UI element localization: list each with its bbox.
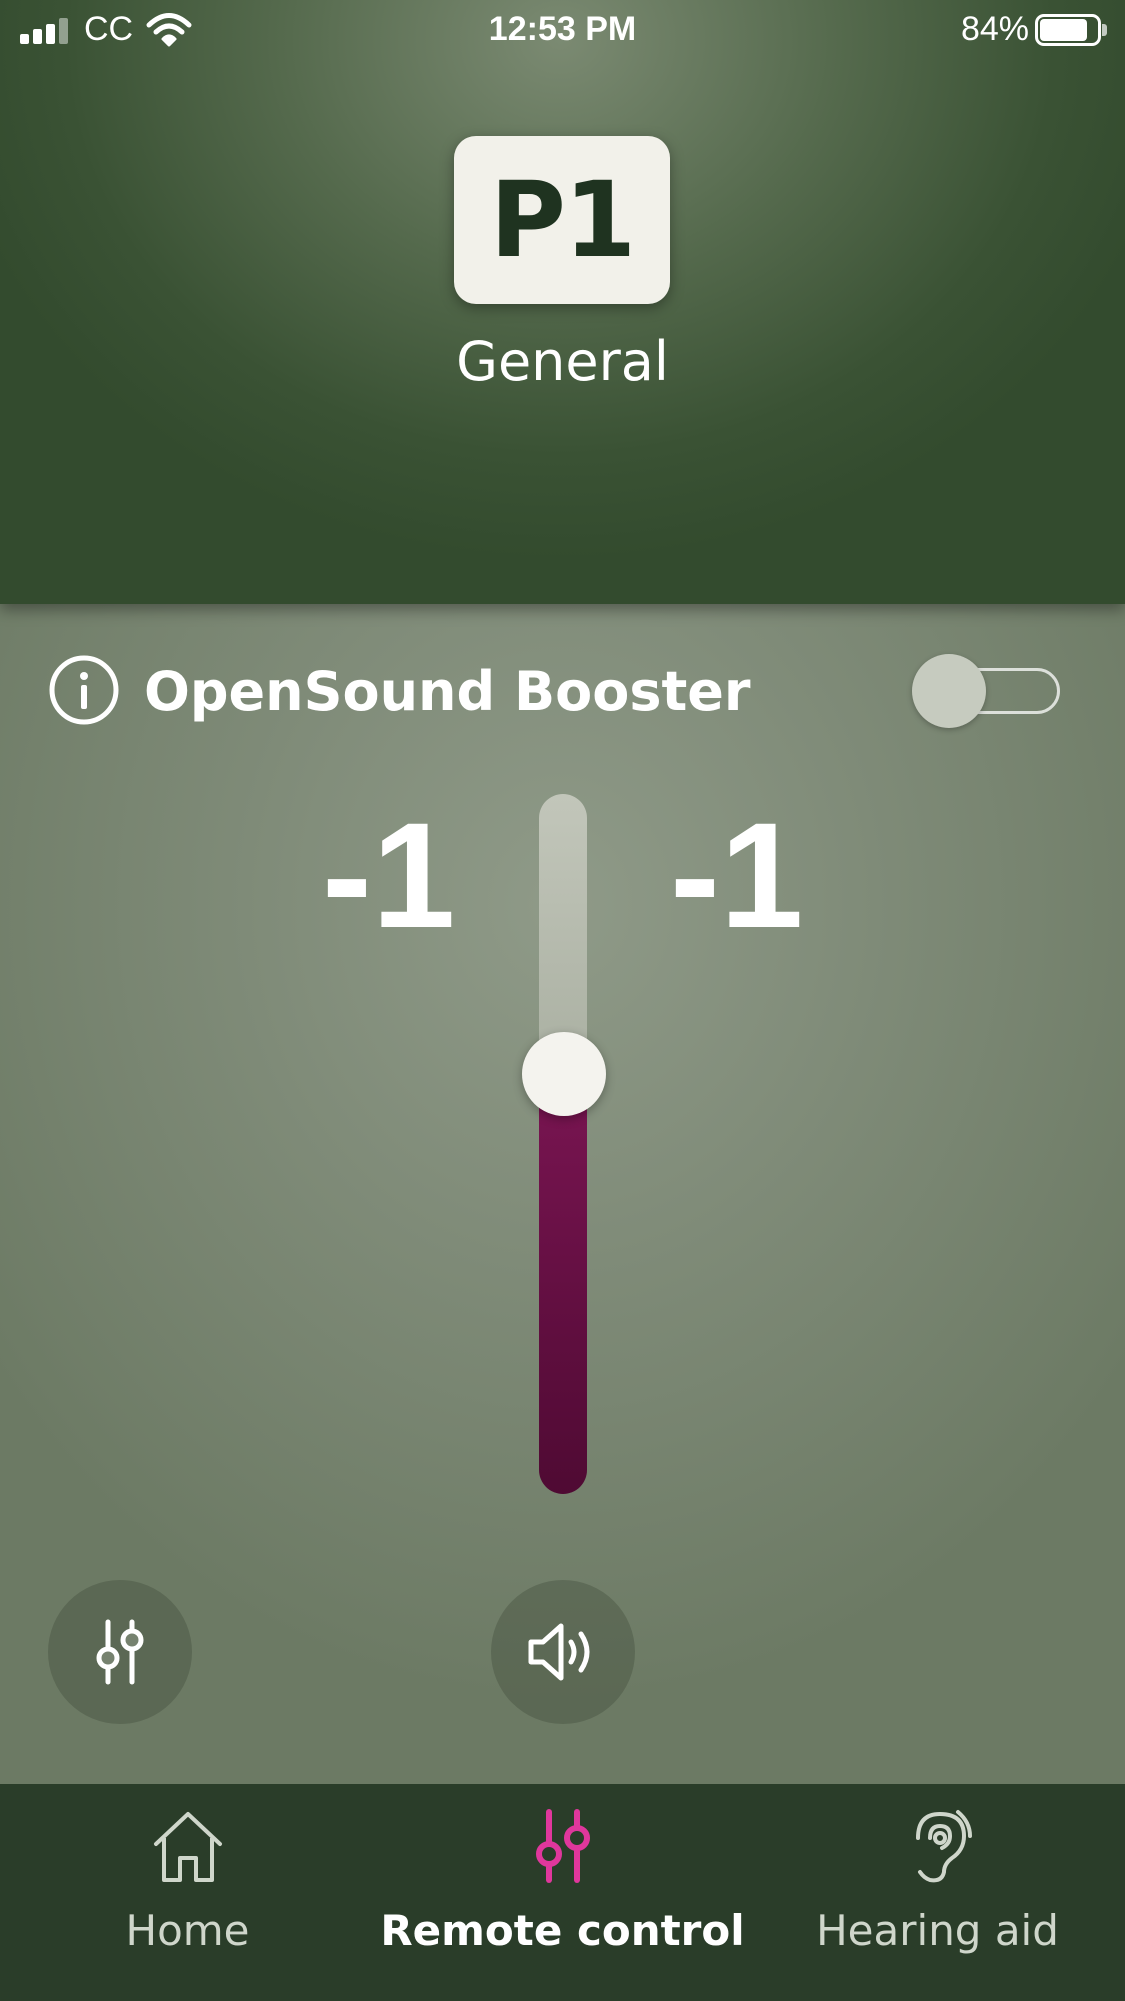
speaker-icon [528, 1623, 590, 1681]
tab-bar: Home Remote control Hearing aid [0, 1784, 1125, 2001]
volume-slider-thumb[interactable] [522, 1032, 606, 1116]
sliders-icon [96, 1619, 144, 1685]
battery-percentage: 84% [960, 10, 1029, 48]
program-badge[interactable]: P1 [454, 136, 670, 304]
info-icon[interactable] [48, 654, 120, 726]
tab-hearing-aid-label: Hearing aid [816, 1906, 1059, 1955]
equalizer-button[interactable] [48, 1580, 192, 1724]
sound-button[interactable] [491, 1580, 635, 1724]
battery-icon [1035, 14, 1107, 46]
sliders-icon [536, 1809, 590, 1883]
left-volume-value: -1 [322, 791, 456, 959]
booster-toggle[interactable] [912, 654, 1060, 728]
right-volume-value: -1 [670, 791, 804, 959]
tab-hearing-aid[interactable]: Hearing aid [750, 1784, 1125, 2001]
remote-control-panel: OpenSound Booster -1 -1 [0, 604, 1125, 1784]
program-header: CC 12:53 PM 84% P1 General [0, 0, 1125, 604]
tab-home-label: Home [125, 1906, 250, 1955]
volume-track-fill [539, 1074, 587, 1494]
tab-remote-control[interactable]: Remote control [375, 1784, 750, 2001]
tab-home[interactable]: Home [0, 1784, 375, 2001]
status-bar: CC 12:53 PM 84% [0, 0, 1125, 62]
booster-label: OpenSound Booster [144, 660, 751, 723]
tab-remote-control-label: Remote control [380, 1906, 745, 1955]
ear-icon [916, 1810, 972, 1883]
program-name: General [456, 330, 669, 393]
volume-slider[interactable] [512, 794, 612, 1504]
home-icon [154, 1812, 222, 1882]
status-time: 12:53 PM [488, 10, 637, 48]
booster-row: OpenSound Booster [0, 604, 1125, 774]
